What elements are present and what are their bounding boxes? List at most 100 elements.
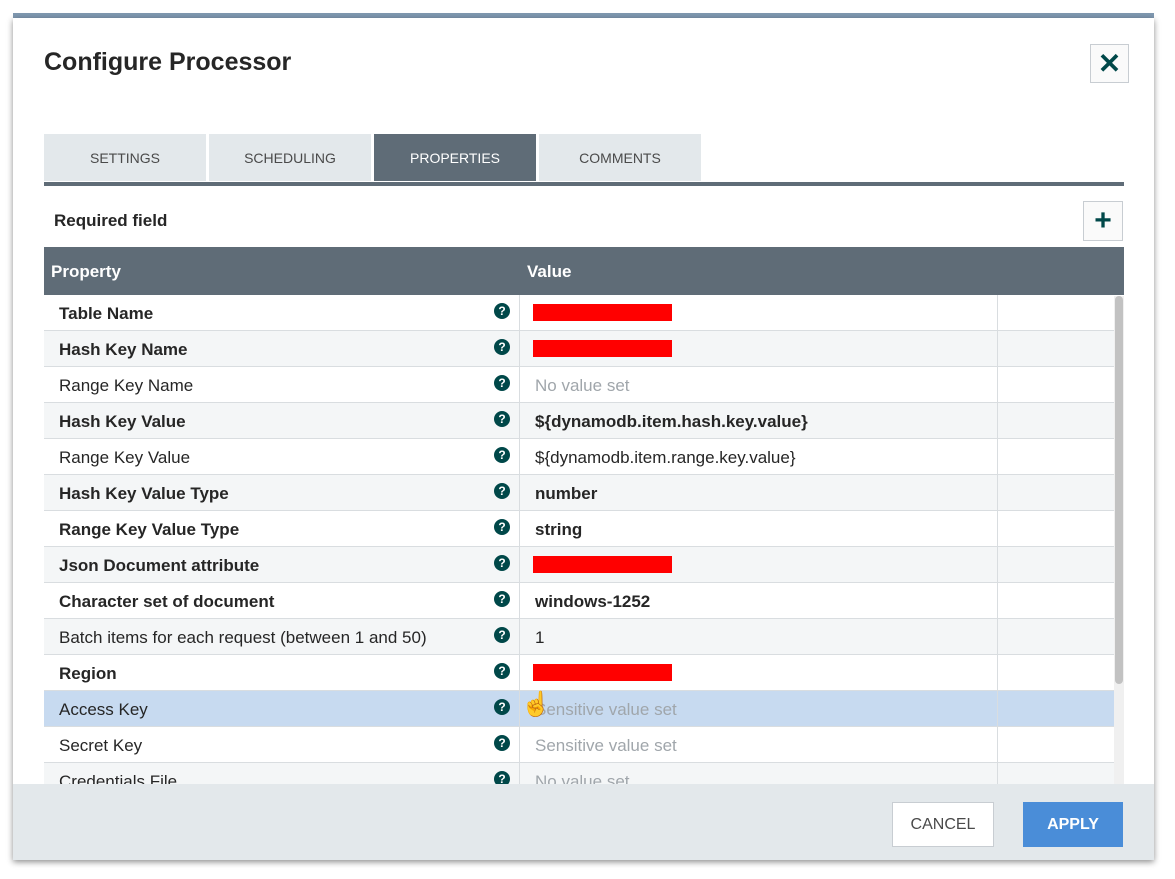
property-value-cell[interactable]: No value set: [520, 763, 998, 784]
property-value: Sensitive value set: [535, 736, 677, 755]
property-value-cell[interactable]: windows-1252: [520, 583, 998, 618]
help-icon[interactable]: ?: [494, 375, 510, 391]
table-body: Table Name? Hash Key Name? Range Key Name?…: [44, 295, 1124, 784]
property-value-cell[interactable]: [520, 655, 998, 690]
table-row[interactable]: Hash Key Value? ${dynamodb.item.hash.key.…: [44, 403, 1124, 439]
dialog-title: Configure Processor: [44, 48, 292, 76]
tab-settings[interactable]: SETTINGS: [44, 134, 206, 181]
table-row[interactable]: Range Key Value Type? string: [44, 511, 1124, 547]
property-value-cell[interactable]: string: [520, 511, 998, 546]
help-icon[interactable]: ?: [494, 519, 510, 535]
table-row[interactable]: Access Key? Sensitive value set: [44, 691, 1124, 727]
table-row[interactable]: Secret Key? Sensitive value set: [44, 727, 1124, 763]
redacted-value: [533, 304, 672, 321]
help-icon[interactable]: ?: [494, 591, 510, 607]
property-name: Hash Key Value Type: [59, 484, 229, 503]
property-name: Json Document attribute: [59, 556, 260, 575]
table-row[interactable]: Region?: [44, 655, 1124, 691]
property-name: Range Key Value Type: [59, 520, 240, 539]
property-name-cell: Range Key Name?: [44, 367, 520, 402]
help-icon[interactable]: ?: [494, 735, 510, 751]
property-value-cell[interactable]: ${dynamodb.item.range.key.value}: [520, 439, 998, 474]
property-value: ${dynamodb.item.range.key.value}: [535, 448, 796, 467]
property-name-cell: Table Name?: [44, 295, 520, 330]
table-row[interactable]: Range Key Value? ${dynamodb.item.range.ke…: [44, 439, 1124, 475]
property-name-cell: Character set of document?: [44, 583, 520, 618]
property-name: Table Name: [59, 304, 154, 323]
property-value-cell[interactable]: ${dynamodb.item.hash.key.value}: [520, 403, 998, 438]
column-header-value[interactable]: Value: [527, 262, 571, 282]
table-row[interactable]: Range Key Name? No value set: [44, 367, 1124, 403]
table-row[interactable]: Batch items for each request (between 1 …: [44, 619, 1124, 655]
help-icon[interactable]: ?: [494, 447, 510, 463]
table-row[interactable]: Json Document attribute?: [44, 547, 1124, 583]
property-value-cell[interactable]: 1: [520, 619, 998, 654]
property-value: No value set: [535, 376, 630, 395]
tab-underline: [44, 182, 1124, 186]
column-header-property[interactable]: Property: [51, 262, 121, 282]
property-name: Credentials File: [59, 772, 178, 784]
property-name: Character set of document: [59, 592, 275, 611]
property-value: string: [535, 520, 583, 539]
property-name: Access Key: [59, 700, 148, 719]
help-icon[interactable]: ?: [494, 555, 510, 571]
add-property-button[interactable]: +: [1083, 201, 1123, 241]
configure-processor-dialog: Configure Processor ✕ SETTINGS SCHEDULIN…: [13, 18, 1154, 860]
property-name-cell: Json Document attribute?: [44, 547, 520, 582]
property-value-cell[interactable]: Sensitive value set: [520, 727, 998, 762]
property-value: windows-1252: [535, 592, 651, 611]
help-icon[interactable]: ?: [494, 411, 510, 427]
table-row[interactable]: Table Name?: [44, 295, 1124, 331]
properties-table: Property Value Table Name? Hash Key Name?…: [44, 247, 1124, 784]
apply-button[interactable]: APPLY: [1023, 802, 1123, 847]
redacted-value: [533, 340, 672, 357]
cancel-button[interactable]: CANCEL: [892, 802, 994, 847]
property-value: number: [535, 484, 598, 503]
property-name-cell: Batch items for each request (between 1 …: [44, 619, 520, 654]
property-name-cell: Access Key?: [44, 691, 520, 726]
help-icon[interactable]: ?: [494, 699, 510, 715]
property-value-cell[interactable]: [520, 331, 998, 366]
help-icon[interactable]: ?: [494, 303, 510, 319]
property-name: Batch items for each request (between 1 …: [59, 628, 427, 647]
property-name-cell: Region?: [44, 655, 520, 690]
property-value: No value set: [535, 772, 630, 784]
scrollbar-thumb[interactable]: [1115, 296, 1123, 684]
table-row[interactable]: Hash Key Value Type? number: [44, 475, 1124, 511]
help-icon[interactable]: ?: [494, 627, 510, 643]
property-value-cell[interactable]: [520, 295, 998, 330]
table-row[interactable]: Hash Key Name?: [44, 331, 1124, 367]
tab-scheduling[interactable]: SCHEDULING: [209, 134, 371, 181]
property-name-cell: Range Key Value Type?: [44, 511, 520, 546]
close-icon: ✕: [1097, 47, 1122, 79]
property-name-cell: Secret Key?: [44, 727, 520, 762]
property-value: Sensitive value set: [535, 700, 677, 719]
property-name-cell: Hash Key Name?: [44, 331, 520, 366]
help-icon[interactable]: ?: [494, 663, 510, 679]
help-icon[interactable]: ?: [494, 771, 510, 784]
table-row[interactable]: Credentials File? No value set: [44, 763, 1124, 784]
property-name-cell: Hash Key Value Type?: [44, 475, 520, 510]
property-name: Range Key Name: [59, 376, 194, 395]
redacted-value: [533, 556, 672, 573]
property-name: Hash Key Value: [59, 412, 186, 431]
help-icon[interactable]: ?: [494, 483, 510, 499]
tab-comments[interactable]: COMMENTS: [539, 134, 701, 181]
property-name: Hash Key Name: [59, 340, 188, 359]
property-value: ${dynamodb.item.hash.key.value}: [535, 412, 808, 431]
redacted-value: [533, 664, 672, 681]
required-field-label: Required field: [54, 211, 168, 230]
tab-bar: SETTINGS SCHEDULING PROPERTIES COMMENTS: [44, 134, 704, 181]
help-icon[interactable]: ?: [494, 339, 510, 355]
property-value: 1: [535, 628, 545, 647]
tab-properties[interactable]: PROPERTIES: [374, 134, 536, 181]
property-name-cell: Hash Key Value?: [44, 403, 520, 438]
property-value-cell[interactable]: number: [520, 475, 998, 510]
close-button[interactable]: ✕: [1090, 44, 1129, 83]
property-name: Range Key Value: [59, 448, 191, 467]
table-row[interactable]: Character set of document? windows-1252: [44, 583, 1124, 619]
property-name-cell: Credentials File?: [44, 763, 520, 784]
property-value-cell[interactable]: No value set: [520, 367, 998, 402]
property-value-cell[interactable]: Sensitive value set: [520, 691, 998, 726]
property-value-cell[interactable]: [520, 547, 998, 582]
